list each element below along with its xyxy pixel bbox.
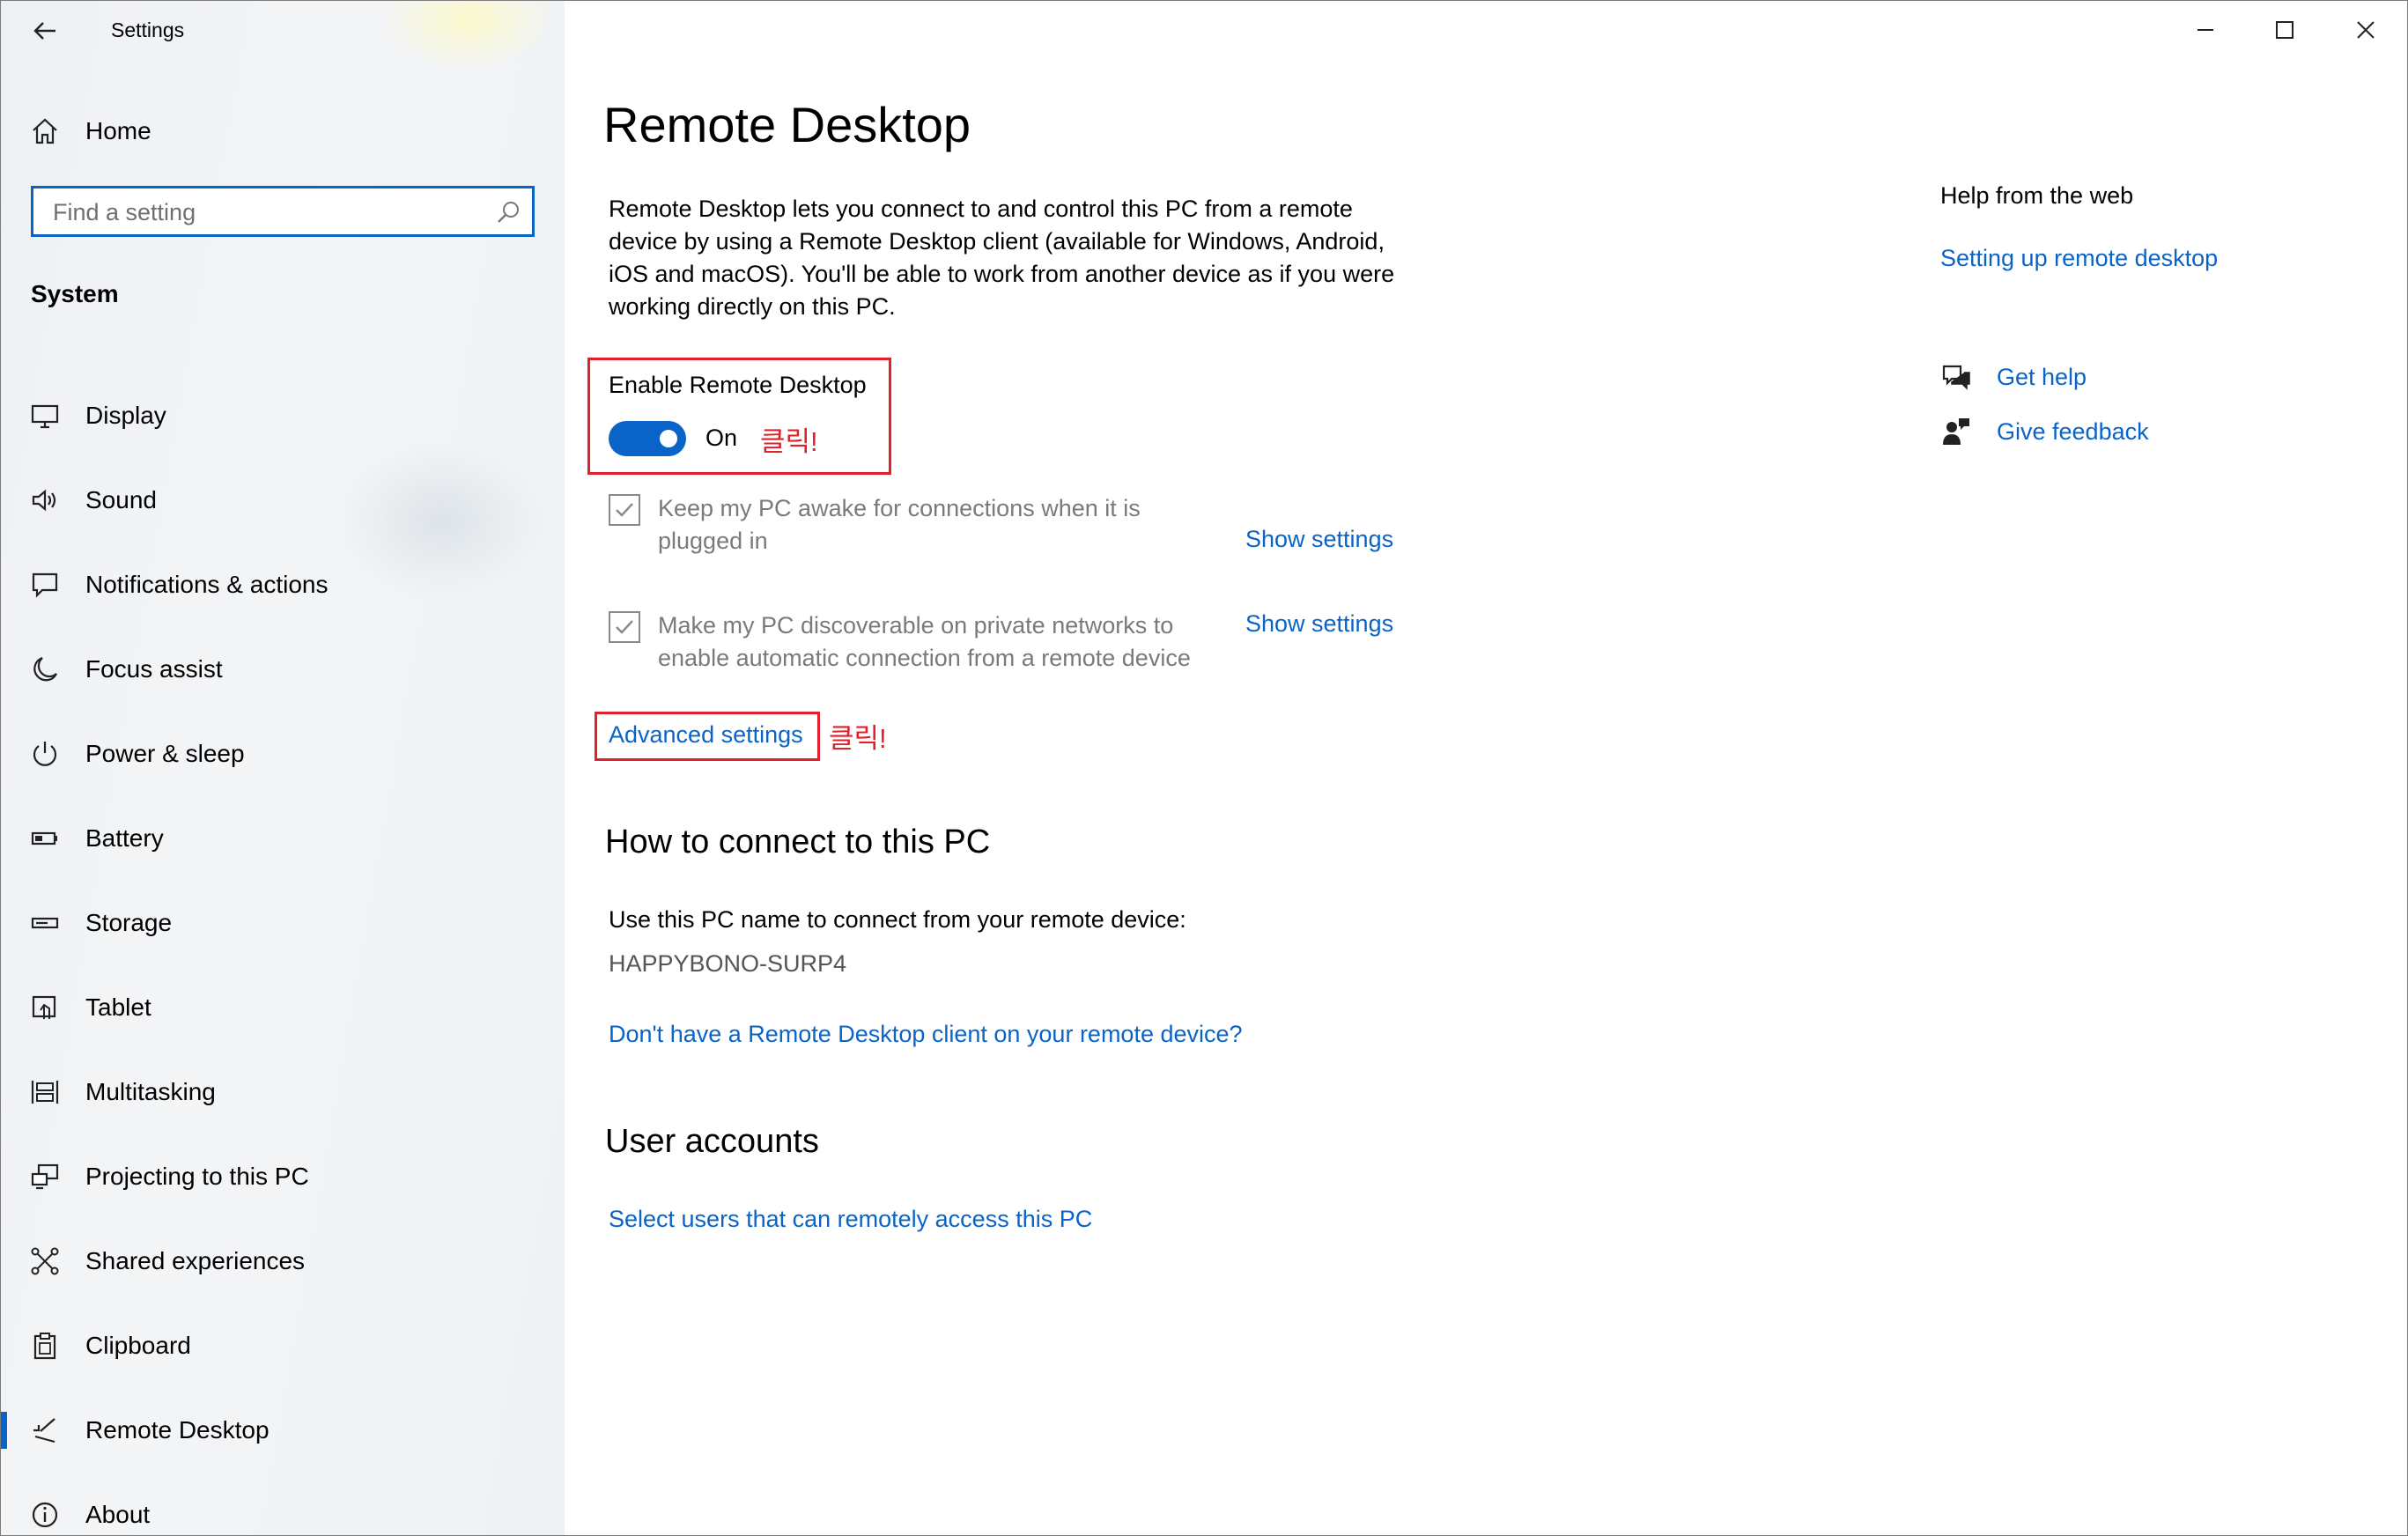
- sidebar-item-notifications[interactable]: Notifications & actions: [1, 543, 565, 627]
- get-help-label: Get help: [1997, 363, 2087, 390]
- back-arrow-icon: [33, 22, 55, 40]
- sidebar-item-label: Projecting to this PC: [85, 1163, 309, 1190]
- moon-icon: [27, 652, 63, 687]
- click-annotation: 클릭!: [829, 723, 887, 754]
- checkmark-icon: [616, 620, 633, 634]
- sidebar-item-label: Focus assist: [85, 655, 223, 683]
- tablet-icon: [27, 990, 63, 1025]
- sidebar-item-sound[interactable]: Sound: [1, 458, 565, 543]
- sidebar-item-label: Remote Desktop: [85, 1416, 270, 1444]
- sidebar-item-projecting[interactable]: Projecting to this PC: [1, 1134, 565, 1219]
- connect-heading: How to connect to this PC: [605, 823, 991, 860]
- pc-name: HAPPYBONO-SURP4: [609, 950, 847, 977]
- help-heading: Help from the web: [1940, 182, 2134, 209]
- show-settings-link-keep-awake[interactable]: Show settings: [1245, 526, 1393, 553]
- sidebar-item-label: Power & sleep: [85, 740, 245, 767]
- keep-awake-checkbox[interactable]: [609, 494, 640, 526]
- give-feedback-link[interactable]: Give feedback: [1940, 414, 2149, 449]
- section-label-system: System: [31, 280, 119, 307]
- sidebar-item-label: Tablet: [85, 993, 151, 1021]
- sidebar-item-multitasking[interactable]: Multitasking: [1, 1050, 565, 1134]
- minimize-icon: [2197, 29, 2213, 31]
- sidebar-item-label: Multitasking: [85, 1078, 216, 1105]
- sidebar-item-label: Clipboard: [85, 1332, 191, 1359]
- back-button[interactable]: [24, 13, 66, 48]
- share-icon: [27, 1244, 63, 1279]
- clipboard-icon: [27, 1328, 63, 1363]
- search-input[interactable]: [51, 194, 477, 231]
- feedback-icon: [1940, 416, 1972, 447]
- sidebar-item-label: Battery: [85, 824, 164, 852]
- keep-awake-label: Keep my PC awake for connections when it…: [658, 495, 1141, 554]
- settings-window: Settings Home System Display Sound Not: [0, 0, 2408, 1536]
- sidebar-item-about[interactable]: About: [1, 1473, 565, 1535]
- show-settings-link-discoverable[interactable]: Show settings: [1245, 610, 1393, 638]
- minimize-button[interactable]: [2166, 1, 2245, 59]
- sidebar-item-power-sleep[interactable]: Power & sleep: [1, 712, 565, 796]
- speaker-icon: [27, 483, 63, 518]
- sidebar-item-label: Shared experiences: [85, 1247, 306, 1274]
- give-feedback-label: Give feedback: [1997, 417, 2149, 445]
- sidebar-item-remote-desktop[interactable]: Remote Desktop: [1, 1388, 565, 1473]
- enable-remote-desktop-toggle[interactable]: [609, 421, 686, 456]
- sidebar-nav-list: Display Sound Notifications & actions Fo…: [1, 373, 565, 1535]
- discoverable-label: Make my PC discoverable on private netwo…: [658, 612, 1191, 671]
- remote-desktop-icon: [27, 1413, 63, 1448]
- get-help-link[interactable]: Get help: [1940, 359, 2087, 395]
- sidebar-item-focus-assist[interactable]: Focus assist: [1, 627, 565, 712]
- sidebar-item-clipboard[interactable]: Clipboard: [1, 1303, 565, 1388]
- sidebar-item-label: Display: [85, 402, 166, 429]
- checkmark-icon: [616, 503, 633, 517]
- page-title: Remote Desktop: [603, 97, 971, 152]
- sidebar-item-display[interactable]: Display: [1, 373, 565, 458]
- sidebar-item-label: Home: [85, 117, 151, 144]
- multitasking-icon: [27, 1074, 63, 1110]
- toggle-state-label: On: [705, 425, 738, 451]
- storage-icon: [27, 905, 63, 941]
- advanced-settings-link[interactable]: Advanced settings: [609, 721, 803, 749]
- sidebar-item-tablet[interactable]: Tablet: [1, 965, 565, 1050]
- select-users-link[interactable]: Select users that can remotely access th…: [609, 1206, 1092, 1233]
- setup-remote-desktop-link[interactable]: Setting up remote desktop: [1940, 245, 2218, 272]
- app-title: Settings: [111, 18, 185, 41]
- sidebar-item-shared-experiences[interactable]: Shared experiences: [1, 1219, 565, 1303]
- close-button[interactable]: [2326, 1, 2405, 59]
- sidebar-item-storage[interactable]: Storage: [1, 881, 565, 965]
- sidebar-item-label: Notifications & actions: [85, 571, 329, 598]
- projector-icon: [27, 1159, 63, 1194]
- chat-help-icon: [1940, 361, 1972, 393]
- search-icon[interactable]: [495, 199, 521, 225]
- sidebar-item-label: Storage: [85, 909, 173, 936]
- remote-desktop-description: Remote Desktop lets you connect to and c…: [609, 196, 1395, 320]
- click-annotation: 클릭!: [760, 426, 818, 457]
- sidebar-item-battery[interactable]: Battery: [1, 796, 565, 881]
- user-accounts-heading: User accounts: [605, 1123, 819, 1160]
- home-icon: [27, 114, 63, 149]
- sidebar: Settings Home System Display Sound Not: [1, 1, 565, 1535]
- maximize-button[interactable]: [2245, 1, 2324, 59]
- battery-icon: [27, 821, 63, 856]
- close-icon: [2357, 21, 2375, 39]
- remote-client-link[interactable]: Don't have a Remote Desktop client on yo…: [609, 1021, 1243, 1048]
- maximize-icon: [2276, 21, 2294, 39]
- discoverable-checkbox[interactable]: [609, 611, 640, 643]
- monitor-icon: [27, 398, 63, 433]
- info-icon: [27, 1497, 63, 1532]
- sidebar-item-label: Sound: [85, 486, 157, 513]
- sidebar-item-label: About: [85, 1501, 151, 1528]
- notification-icon: [27, 567, 63, 602]
- sidebar-item-home[interactable]: Home: [1, 107, 565, 156]
- search-box[interactable]: [31, 186, 535, 237]
- connect-instruction: Use this PC name to connect from your re…: [609, 906, 1186, 933]
- enable-remote-desktop-label: Enable Remote Desktop: [609, 372, 867, 398]
- toggle-knob: [660, 430, 677, 447]
- power-icon: [27, 736, 63, 772]
